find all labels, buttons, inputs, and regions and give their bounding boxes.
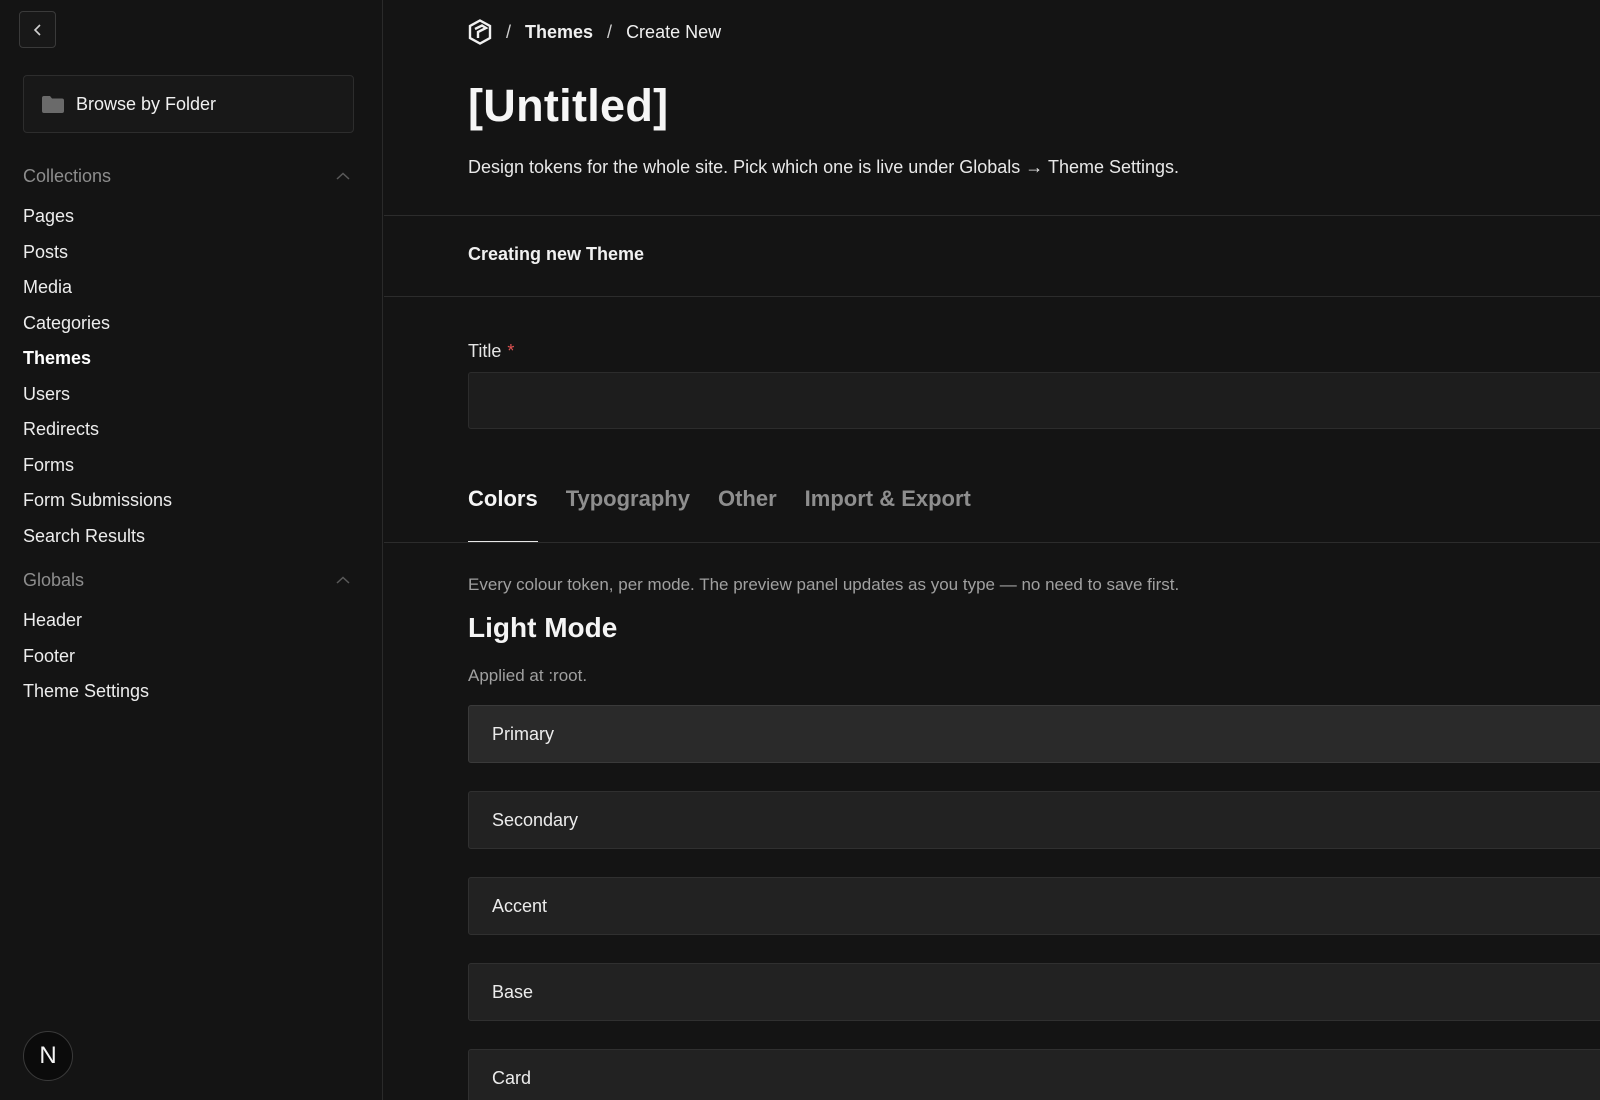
folder-icon <box>42 95 64 113</box>
browse-by-folder-button[interactable]: Browse by Folder <box>23 75 354 133</box>
sidebar-item-users[interactable]: Users <box>23 377 172 413</box>
tab-typography[interactable]: Typography <box>566 480 690 542</box>
light-mode-title: Light Mode <box>468 612 618 643</box>
color-token-primary[interactable]: Primary <box>468 705 1600 763</box>
chevron-left-icon <box>33 23 41 36</box>
breadcrumb-separator: / <box>607 21 613 42</box>
app-logo-icon[interactable] <box>468 19 492 45</box>
tab-other[interactable]: Other <box>718 480 777 542</box>
globals-group-toggle[interactable]: Globals <box>23 566 350 594</box>
color-token-accent[interactable]: Accent <box>468 877 1600 935</box>
globals-group-label: Globals <box>23 569 85 590</box>
tabs-divider <box>384 542 1600 543</box>
tab-colors[interactable]: Colors <box>468 480 538 543</box>
breadcrumb-separator: / <box>506 21 512 42</box>
sidebar: Browse by Folder Collections Pages Posts M… <box>0 0 383 1100</box>
color-token-label: Card <box>492 1067 532 1088</box>
page-title: [Untitled] <box>468 80 669 131</box>
color-token-base[interactable]: Base <box>468 963 1600 1021</box>
required-mark: * <box>507 341 515 361</box>
title-input[interactable] <box>468 372 1600 429</box>
breadcrumb-create-new: Create New <box>626 21 722 42</box>
chevron-up-icon <box>336 172 350 180</box>
collapse-sidebar-button[interactable] <box>19 11 56 48</box>
title-field-label: Title * <box>468 341 514 362</box>
sidebar-item-footer[interactable]: Footer <box>23 639 149 675</box>
sidebar-item-categories[interactable]: Categories <box>23 306 172 342</box>
document-status: Creating new Theme <box>468 244 645 264</box>
breadcrumb: / Themes / Create New <box>468 16 721 48</box>
tab-bar: Colors Typography Other Import & Export <box>468 480 971 543</box>
page-description: Design tokens for the whole site. Pick w… <box>468 157 1180 177</box>
color-token-secondary[interactable]: Secondary <box>468 791 1600 849</box>
main-content: / Themes / Create New [Untitled] Design … <box>384 0 1600 1100</box>
breadcrumb-themes[interactable]: Themes <box>525 22 593 43</box>
sidebar-item-form-submissions[interactable]: Form Submissions <box>23 483 172 519</box>
sidebar-item-header[interactable]: Header <box>23 603 149 639</box>
light-mode-subtitle: Applied at :root. <box>468 666 588 685</box>
sidebar-item-forms[interactable]: Forms <box>23 448 172 484</box>
collections-nav: Pages Posts Media Categories Themes Users Redi… <box>23 199 172 554</box>
collections-group-label: Collections <box>23 165 112 186</box>
tab-import-and-export[interactable]: Import & Export <box>805 480 971 542</box>
color-token-label: Secondary <box>492 809 579 830</box>
sidebar-item-theme-settings[interactable]: Theme Settings <box>23 674 149 710</box>
title-label-text: Title <box>468 341 502 361</box>
color-token-label: Primary <box>492 723 554 744</box>
sidebar-item-themes[interactable]: Themes <box>23 341 172 377</box>
globals-nav: Header Footer Theme Settings <box>23 603 149 710</box>
collections-group-toggle[interactable]: Collections <box>23 162 350 190</box>
sidebar-item-media[interactable]: Media <box>23 270 172 306</box>
sidebar-item-posts[interactable]: Posts <box>23 235 172 271</box>
color-token-card[interactable]: Card <box>468 1049 1600 1100</box>
colors-tab-hint: Every colour token, per mode. The previe… <box>468 575 1180 594</box>
sidebar-item-pages[interactable]: Pages <box>23 199 172 235</box>
color-token-label: Accent <box>492 895 548 916</box>
chevron-up-icon <box>336 576 350 584</box>
sidebar-item-redirects[interactable]: Redirects <box>23 412 172 448</box>
avatar[interactable]: N <box>23 1031 73 1081</box>
divider <box>384 215 1600 216</box>
sidebar-item-search-results[interactable]: Search Results <box>23 519 172 555</box>
divider <box>384 296 1600 297</box>
avatar-initial: N <box>39 1042 57 1069</box>
browse-by-folder-label: Browse by Folder <box>76 93 217 114</box>
color-token-label: Base <box>492 981 534 1002</box>
